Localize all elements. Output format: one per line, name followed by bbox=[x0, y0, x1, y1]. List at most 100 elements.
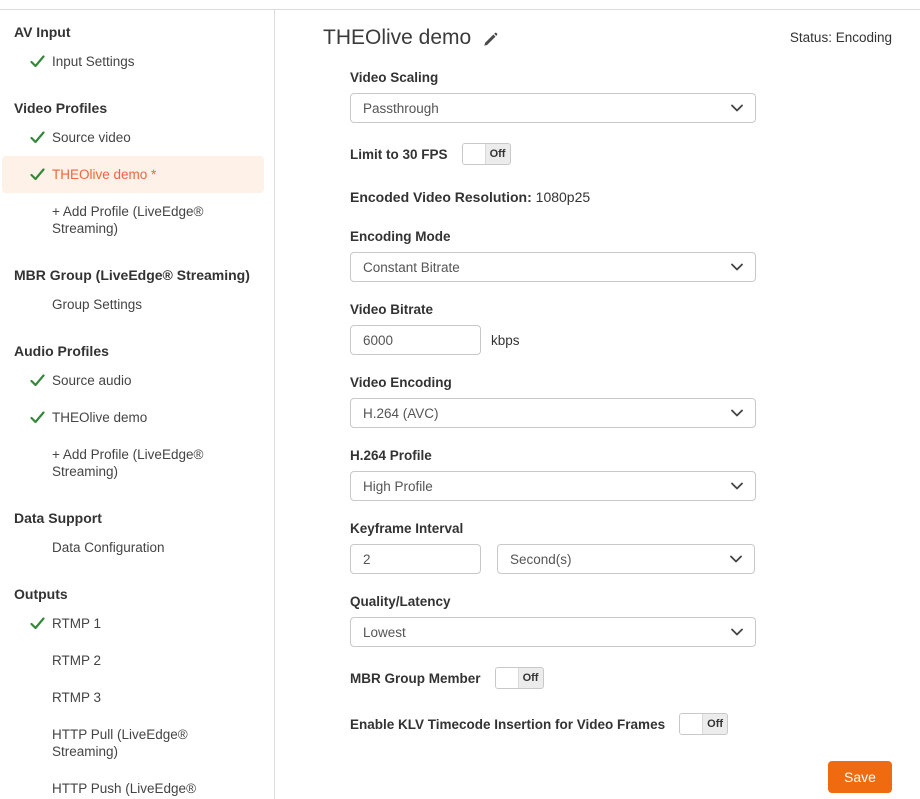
video-encoding-field: Video Encoding H.264 (AVC) bbox=[350, 375, 892, 428]
video-encoding-select[interactable]: H.264 (AVC) bbox=[350, 398, 756, 428]
chevron-down-icon bbox=[731, 482, 743, 490]
sidebar-section-items: Source audio THEOlive demo + Add Profile… bbox=[0, 362, 274, 490]
keyframe-interval-field: Keyframe Interval Second(s) bbox=[350, 521, 892, 574]
sidebar-item[interactable]: Group Settings bbox=[2, 286, 264, 323]
profile-form: Video Scaling Passthrough Limit to 30 FP… bbox=[350, 70, 892, 735]
sidebar-item-label: HTTP Pull (LiveEdge® Streaming) bbox=[52, 726, 254, 760]
h264-profile-field: H.264 Profile High Profile bbox=[350, 448, 892, 501]
video-scaling-value: Passthrough bbox=[363, 101, 439, 116]
encoded-resolution-value: 1080p25 bbox=[536, 189, 591, 205]
sidebar-item[interactable]: RTMP 2 bbox=[2, 642, 264, 679]
quality-latency-label: Quality/Latency bbox=[350, 594, 892, 609]
sidebar-item-label: Source audio bbox=[52, 372, 132, 389]
sidebar-item[interactable]: + Add Profile (LiveEdge® Streaming) bbox=[2, 193, 264, 247]
sidebar-section-header: MBR Group (LiveEdge® Streaming) bbox=[14, 267, 260, 283]
mbr-group-member-field: MBR Group Member Off bbox=[350, 667, 892, 689]
klv-timecode-toggle[interactable]: Off bbox=[679, 713, 728, 735]
chevron-down-icon bbox=[731, 104, 743, 112]
encoded-resolution-label: Encoded Video Resolution: bbox=[350, 189, 532, 205]
sidebar-item[interactable]: + Add Profile (LiveEdge® Streaming) bbox=[2, 436, 264, 490]
sidebar-item[interactable]: Data Configuration bbox=[2, 529, 264, 566]
sidebar-item[interactable]: Source audio bbox=[2, 362, 264, 399]
status-text: Status: Encoding bbox=[790, 30, 892, 45]
video-bitrate-unit: kbps bbox=[491, 333, 520, 348]
keyframe-interval-label: Keyframe Interval bbox=[350, 521, 892, 536]
video-encoding-value: H.264 (AVC) bbox=[363, 406, 439, 421]
limit-fps-toggle-state: Off bbox=[486, 144, 510, 164]
chevron-down-icon bbox=[730, 555, 742, 563]
sidebar-section-header: Video Profiles bbox=[14, 100, 260, 116]
header-row: THEOlive demo Status: Encoding bbox=[323, 26, 892, 50]
sidebar-section: MBR Group (LiveEdge® Streaming) Group Se… bbox=[0, 267, 274, 323]
toggle-knob bbox=[496, 668, 519, 688]
sidebar-item-label: + Add Profile (LiveEdge® Streaming) bbox=[52, 446, 254, 480]
encoding-mode-value: Constant Bitrate bbox=[363, 260, 460, 275]
video-bitrate-input[interactable] bbox=[350, 325, 481, 355]
video-bitrate-field: Video Bitrate kbps bbox=[350, 302, 892, 355]
limit-fps-field: Limit to 30 FPS Off bbox=[350, 143, 892, 165]
sidebar-item[interactable]: HTTP Push (LiveEdge® Streaming) bbox=[2, 770, 264, 799]
keyframe-interval-unit-value: Second(s) bbox=[510, 552, 572, 567]
sidebar: AV Input Input Settings Video Profiles S… bbox=[0, 10, 275, 799]
quality-latency-value: Lowest bbox=[363, 625, 406, 640]
sidebar-item[interactable]: Source video bbox=[2, 119, 264, 156]
main-panel: THEOlive demo Status: Encoding Video Sca… bbox=[275, 10, 920, 799]
limit-fps-toggle[interactable]: Off bbox=[462, 143, 511, 165]
mbr-group-member-toggle-state: Off bbox=[519, 668, 543, 688]
quality-latency-field: Quality/Latency Lowest bbox=[350, 594, 892, 647]
keyframe-interval-input[interactable] bbox=[350, 544, 481, 574]
save-row: Save bbox=[323, 761, 892, 793]
sidebar-item[interactable]: THEOlive demo * bbox=[2, 156, 264, 193]
video-scaling-label: Video Scaling bbox=[350, 70, 892, 85]
sidebar-section-header: AV Input bbox=[14, 24, 260, 40]
chevron-down-icon bbox=[731, 409, 743, 417]
limit-fps-label: Limit to 30 FPS bbox=[350, 147, 448, 162]
check-icon bbox=[30, 131, 45, 144]
klv-timecode-toggle-state: Off bbox=[703, 714, 727, 734]
quality-latency-select[interactable]: Lowest bbox=[350, 617, 756, 647]
sidebar-section: Audio Profiles Source audio THEOlive dem… bbox=[0, 343, 274, 490]
sidebar-item-label: Input Settings bbox=[52, 53, 135, 70]
sidebar-section: Outputs RTMP 1 RTMP 2 RTMP 3 bbox=[0, 586, 274, 799]
mbr-group-member-label: MBR Group Member bbox=[350, 671, 481, 686]
chevron-down-icon bbox=[731, 263, 743, 271]
h264-profile-label: H.264 Profile bbox=[350, 448, 892, 463]
check-icon bbox=[30, 617, 45, 630]
sidebar-section-header: Audio Profiles bbox=[14, 343, 260, 359]
sidebar-section-items: RTMP 1 RTMP 2 RTMP 3 HTTP Pull (LiveEdge… bbox=[0, 605, 274, 799]
sidebar-item-label: RTMP 3 bbox=[52, 689, 101, 706]
encoded-resolution-field: Encoded Video Resolution: 1080p25 bbox=[350, 189, 892, 205]
encoding-mode-select[interactable]: Constant Bitrate bbox=[350, 252, 756, 282]
video-bitrate-label: Video Bitrate bbox=[350, 302, 892, 317]
save-button[interactable]: Save bbox=[828, 761, 892, 793]
h264-profile-select[interactable]: High Profile bbox=[350, 471, 756, 501]
page-title: THEOlive demo bbox=[323, 26, 471, 50]
video-scaling-select[interactable]: Passthrough bbox=[350, 93, 756, 123]
sidebar-section: AV Input Input Settings bbox=[0, 24, 274, 80]
sidebar-item-label: RTMP 2 bbox=[52, 652, 101, 669]
chevron-down-icon bbox=[731, 628, 743, 636]
sidebar-section-items: Group Settings bbox=[0, 286, 274, 323]
sidebar-item[interactable]: RTMP 3 bbox=[2, 679, 264, 716]
sidebar-section: Data Support Data Configuration bbox=[0, 510, 274, 566]
encoding-mode-field: Encoding Mode Constant Bitrate bbox=[350, 229, 892, 282]
sidebar-item-label: RTMP 1 bbox=[52, 615, 101, 632]
sidebar-item[interactable]: RTMP 1 bbox=[2, 605, 264, 642]
mbr-group-member-toggle[interactable]: Off bbox=[495, 667, 544, 689]
edit-pencil-icon[interactable] bbox=[483, 32, 498, 47]
sidebar-item[interactable]: HTTP Pull (LiveEdge® Streaming) bbox=[2, 716, 264, 770]
sidebar-item-label: Data Configuration bbox=[52, 539, 165, 556]
check-icon bbox=[30, 374, 45, 387]
keyframe-interval-unit-select[interactable]: Second(s) bbox=[497, 544, 755, 574]
top-divider bbox=[0, 0, 920, 10]
sidebar-item-label: THEOlive demo bbox=[52, 409, 147, 426]
klv-timecode-label: Enable KLV Timecode Insertion for Video … bbox=[350, 717, 665, 732]
sidebar-item[interactable]: Input Settings bbox=[2, 43, 264, 80]
h264-profile-value: High Profile bbox=[363, 479, 433, 494]
toggle-knob bbox=[463, 144, 486, 164]
check-icon bbox=[30, 411, 45, 424]
klv-timecode-field: Enable KLV Timecode Insertion for Video … bbox=[350, 713, 892, 735]
sidebar-item-label: THEOlive demo * bbox=[52, 166, 156, 183]
sidebar-item[interactable]: THEOlive demo bbox=[2, 399, 264, 436]
sidebar-section-items: Input Settings bbox=[0, 43, 274, 80]
